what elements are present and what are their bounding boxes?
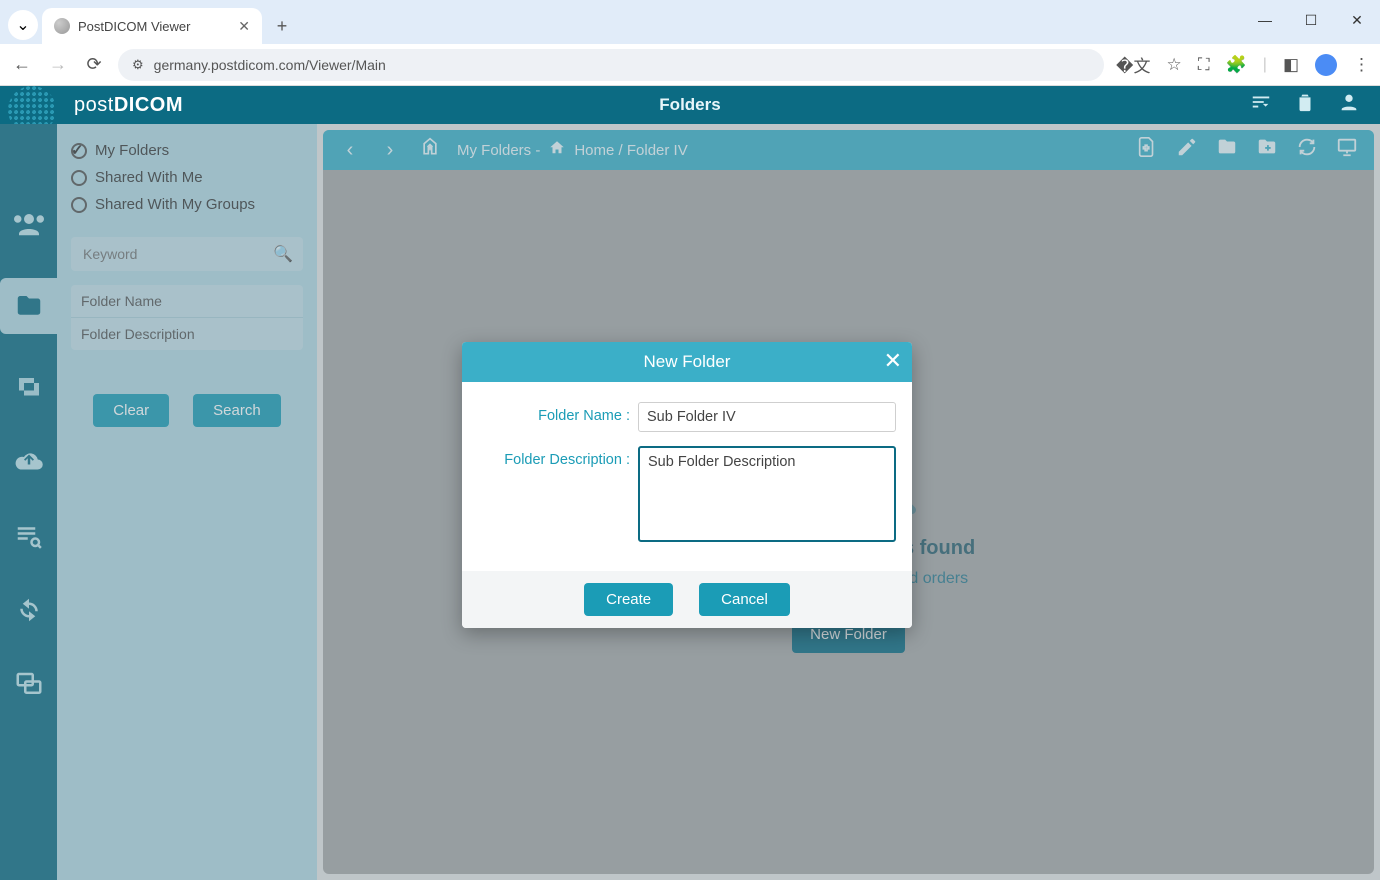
nav-rail bbox=[0, 124, 57, 880]
app-header: postDICOM Folders bbox=[0, 86, 1380, 124]
breadcrumb[interactable]: My Folders - Home / Folder IV bbox=[457, 139, 688, 161]
cancel-button[interactable]: Cancel bbox=[699, 583, 790, 616]
browser-toolbar: ← → ⟳ ⚙ germany.postdicom.com/Viewer/Mai… bbox=[0, 44, 1380, 86]
option-shared-with-groups[interactable]: Shared With My Groups bbox=[71, 196, 303, 213]
folder-info-block: Folder Name Folder Description bbox=[71, 285, 303, 350]
search-input[interactable] bbox=[81, 245, 273, 263]
tab-title: PostDICOM Viewer bbox=[78, 19, 190, 34]
screen-icon[interactable]: ⛶ bbox=[1198, 55, 1210, 75]
folder-desc-label: Folder Description : bbox=[478, 446, 638, 468]
favicon-icon bbox=[54, 18, 70, 34]
reload-button[interactable]: ⟳ bbox=[82, 54, 106, 75]
folder-name-input[interactable] bbox=[638, 402, 896, 432]
trash-icon[interactable] bbox=[1294, 91, 1316, 119]
close-window-button[interactable]: ✕ bbox=[1334, 0, 1380, 40]
keyword-search[interactable]: 🔍 bbox=[71, 237, 303, 271]
radio-icon bbox=[71, 143, 87, 159]
modal-header: New Folder ✕ bbox=[462, 342, 912, 382]
search-button[interactable]: Search bbox=[193, 394, 281, 427]
home-icon bbox=[548, 139, 566, 161]
user-icon[interactable] bbox=[1338, 91, 1360, 119]
new-tab-button[interactable]: + bbox=[268, 12, 296, 40]
close-icon[interactable]: ✕ bbox=[884, 348, 902, 374]
tab-search-button[interactable]: ⌄ bbox=[8, 10, 38, 40]
menu-icon[interactable]: ⋮ bbox=[1353, 55, 1370, 75]
rail-users[interactable] bbox=[9, 204, 49, 244]
bookmark-icon[interactable]: ☆ bbox=[1166, 55, 1181, 75]
folder-desc-input[interactable] bbox=[638, 446, 896, 542]
side-panel: My Folders Shared With Me Shared With My… bbox=[57, 124, 317, 880]
profile-button[interactable] bbox=[1315, 54, 1337, 76]
add-file-icon[interactable] bbox=[1134, 136, 1160, 164]
forward-button[interactable]: → bbox=[46, 54, 70, 75]
rail-folders[interactable] bbox=[0, 278, 57, 334]
new-folder-modal: New Folder ✕ Folder Name : Folder Descri… bbox=[462, 342, 912, 628]
close-tab-icon[interactable]: ✕ bbox=[238, 18, 250, 35]
create-button[interactable]: Create bbox=[584, 583, 673, 616]
url-text: germany.postdicom.com/Viewer/Main bbox=[154, 57, 386, 73]
page-title: Folders bbox=[659, 95, 720, 115]
extensions-icon[interactable]: 🧩 bbox=[1226, 55, 1247, 75]
site-settings-icon[interactable]: ⚙ bbox=[132, 57, 144, 73]
present-icon[interactable] bbox=[1334, 136, 1360, 164]
folder-name-label: Folder Name bbox=[71, 285, 303, 318]
rail-screens[interactable] bbox=[9, 664, 49, 704]
window-controls: ― ☐ ✕ bbox=[1242, 0, 1380, 40]
content-toolbar: ‹ › My Folders - Home / Folder IV bbox=[323, 130, 1374, 170]
radio-icon bbox=[71, 170, 87, 186]
back-button[interactable]: ← bbox=[10, 54, 34, 75]
modal-title: New Folder bbox=[644, 352, 731, 372]
brand-text: postDICOM bbox=[74, 94, 183, 117]
nav-up-icon[interactable] bbox=[417, 137, 443, 163]
rail-cards[interactable] bbox=[9, 368, 49, 408]
option-label: Shared With My Groups bbox=[95, 196, 255, 213]
chevron-down-icon: ⌄ bbox=[16, 15, 29, 35]
rail-sync[interactable] bbox=[9, 590, 49, 630]
folder-desc-label: Folder Description bbox=[71, 318, 303, 350]
minimize-button[interactable]: ― bbox=[1242, 0, 1288, 40]
search-icon[interactable]: 🔍 bbox=[273, 244, 293, 264]
radio-icon bbox=[71, 197, 87, 213]
nav-forward-icon[interactable]: › bbox=[377, 139, 403, 162]
browser-titlebar: ⌄ PostDICOM Viewer ✕ + ― ☐ ✕ bbox=[0, 0, 1380, 44]
translate-icon[interactable]: �文 bbox=[1116, 52, 1150, 77]
option-my-folders[interactable]: My Folders bbox=[71, 142, 303, 159]
breadcrumb-root: My Folders - bbox=[457, 142, 540, 159]
option-label: My Folders bbox=[95, 142, 169, 159]
option-shared-with-me[interactable]: Shared With Me bbox=[71, 169, 303, 186]
browser-tab[interactable]: PostDICOM Viewer ✕ bbox=[42, 8, 262, 44]
folder-name-label: Folder Name : bbox=[478, 402, 638, 424]
edit-icon[interactable] bbox=[1174, 136, 1200, 164]
maximize-button[interactable]: ☐ bbox=[1288, 0, 1334, 40]
sidepanel-icon[interactable]: ◧ bbox=[1283, 55, 1299, 75]
new-folder-icon[interactable] bbox=[1254, 136, 1280, 164]
nav-back-icon[interactable]: ‹ bbox=[337, 139, 363, 162]
breadcrumb-path: Home / Folder IV bbox=[574, 142, 687, 159]
folder-icon[interactable] bbox=[1214, 136, 1240, 164]
rail-list-search[interactable] bbox=[9, 516, 49, 556]
address-bar[interactable]: ⚙ germany.postdicom.com/Viewer/Main bbox=[118, 49, 1104, 81]
rail-upload[interactable] bbox=[9, 442, 49, 482]
option-label: Shared With Me bbox=[95, 169, 203, 186]
refresh-icon[interactable] bbox=[1294, 136, 1320, 164]
sort-icon[interactable] bbox=[1250, 91, 1272, 119]
clear-button[interactable]: Clear bbox=[93, 394, 169, 427]
